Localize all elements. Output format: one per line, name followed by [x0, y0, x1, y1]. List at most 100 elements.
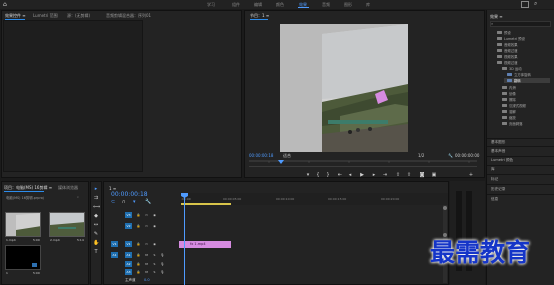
- mic-icon[interactable]: 🎙: [159, 261, 166, 267]
- go-to-in-icon[interactable]: ⇤: [336, 172, 344, 178]
- play-icon[interactable]: ▶: [358, 172, 366, 178]
- lock-icon[interactable]: 🔒: [135, 252, 142, 258]
- lock-icon[interactable]: 🔒: [135, 261, 142, 267]
- playhead-line[interactable]: [184, 195, 185, 285]
- solo-button[interactable]: S: [151, 261, 158, 267]
- sync-lock-icon[interactable]: ▭: [143, 241, 150, 247]
- track-target[interactable]: [111, 212, 118, 218]
- export-frame-icon[interactable]: ◙: [418, 172, 426, 178]
- lock-icon[interactable]: 🔒: [135, 212, 142, 218]
- section-history[interactable]: 历史记录: [491, 187, 505, 192]
- master-volume-value[interactable]: 0.0: [144, 278, 150, 282]
- track-select-tool-icon[interactable]: ⇉: [93, 195, 99, 201]
- type-tool-icon[interactable]: T: [93, 249, 99, 255]
- lock-icon[interactable]: 🔒: [135, 241, 142, 247]
- section-essential-graphics[interactable]: 基本图形: [491, 140, 505, 145]
- workspace-tab-edit[interactable]: 编辑: [254, 2, 262, 8]
- tab-media-browser[interactable]: 媒体浏览器: [58, 185, 78, 191]
- effects-tree-item[interactable]: 内滑: [509, 85, 516, 90]
- section-info[interactable]: 信息: [491, 197, 498, 202]
- effects-tree-item[interactable]: 沉浸式视频: [509, 103, 526, 108]
- selection-tool-icon[interactable]: ▸: [93, 186, 99, 192]
- snap-icon[interactable]: ⊂: [111, 199, 115, 205]
- track-label[interactable]: A3: [125, 269, 132, 275]
- source-patch-a1[interactable]: A1: [111, 252, 118, 258]
- search-icon[interactable]: ⌕: [534, 0, 537, 8]
- mute-button[interactable]: M: [143, 269, 150, 275]
- effects-tree-item[interactable]: 页面剥落: [509, 121, 523, 126]
- track-label[interactable]: A2: [125, 261, 132, 267]
- section-libraries[interactable]: 库: [491, 167, 495, 172]
- sync-lock-icon[interactable]: ▭: [143, 212, 150, 218]
- hand-tool-icon[interactable]: ✋: [93, 240, 99, 246]
- linked-selection-icon[interactable]: ∩: [122, 199, 126, 205]
- ripple-edit-tool-icon[interactable]: ⟺: [93, 204, 100, 210]
- pen-tool-icon[interactable]: ✎: [93, 231, 99, 237]
- workspace-tab-assembly[interactable]: 组件: [232, 2, 240, 8]
- track-target[interactable]: [111, 269, 118, 275]
- track-label[interactable]: V2: [125, 223, 132, 229]
- add-marker-icon[interactable]: ▾: [304, 172, 312, 178]
- effects-tree-item[interactable]: 划像: [509, 91, 516, 96]
- track-target[interactable]: [111, 223, 118, 229]
- project-item-thumbnail[interactable]: [5, 212, 41, 237]
- lock-icon[interactable]: 🔒: [135, 269, 142, 275]
- comparison-view-icon[interactable]: ▣: [430, 172, 438, 178]
- eye-icon[interactable]: ◉: [151, 212, 158, 218]
- solo-button[interactable]: S: [151, 269, 158, 275]
- workspace-tab-audio[interactable]: 音频: [322, 2, 330, 8]
- maximize-icon[interactable]: [521, 1, 529, 8]
- button-editor-icon[interactable]: +: [467, 172, 475, 178]
- project-item-thumbnail[interactable]: [49, 212, 85, 237]
- search-icon[interactable]: ⌕: [77, 195, 79, 199]
- video-preview[interactable]: [280, 24, 408, 152]
- track-label[interactable]: V3: [125, 212, 132, 218]
- eye-icon[interactable]: ◉: [151, 241, 158, 247]
- scroll-handle[interactable]: [443, 206, 447, 210]
- workspace-tab-color[interactable]: 颜色: [276, 2, 284, 8]
- track-label[interactable]: V1: [125, 241, 132, 247]
- program-scrubber[interactable]: [249, 160, 477, 165]
- mute-button[interactable]: M: [143, 261, 150, 267]
- lock-icon[interactable]: 🔒: [135, 223, 142, 229]
- effects-tree-item[interactable]: 擦除: [509, 97, 516, 102]
- tab-audio-clip-mixer[interactable]: 音频剪辑混合器：序列01: [106, 13, 151, 19]
- workspace-tab-libraries[interactable]: 库: [366, 2, 370, 8]
- effects-tree-item[interactable]: 立方体旋转: [514, 72, 531, 77]
- extract-icon[interactable]: ⇪: [405, 172, 413, 178]
- effects-tree-item[interactable]: 视频过渡: [504, 60, 518, 65]
- effects-panel-title[interactable]: 效果 ≡: [490, 14, 503, 20]
- work-area-bar[interactable]: [181, 203, 231, 205]
- tab-lumetri-scopes[interactable]: Lumetri 范围: [33, 13, 58, 19]
- workspace-tab-graphics[interactable]: 图形: [344, 2, 352, 8]
- section-lumetri-color[interactable]: Lumetri 颜色: [491, 158, 513, 163]
- effects-tree-item[interactable]: 视频效果: [504, 54, 518, 59]
- mark-out-icon[interactable]: }: [324, 172, 332, 178]
- fit-dropdown[interactable]: 适合: [283, 153, 291, 159]
- effects-tree-item[interactable]: Lumetri 预设: [504, 36, 525, 41]
- slip-tool-icon[interactable]: ↔: [93, 222, 99, 228]
- effects-tree-item[interactable]: 音频过渡: [504, 48, 518, 53]
- source-patch-v1[interactable]: V1: [111, 241, 118, 247]
- timeline-timecode[interactable]: 00:00:00:18: [111, 191, 148, 198]
- wrench-icon[interactable]: 🔧: [145, 199, 151, 205]
- sync-lock-icon[interactable]: ▭: [143, 223, 150, 229]
- effects-tree-item[interactable]: 溶解: [509, 109, 516, 114]
- effects-tree-item[interactable]: 预设: [504, 30, 511, 35]
- mute-button[interactable]: M: [143, 252, 150, 258]
- razor-tool-icon[interactable]: ◆: [93, 213, 99, 219]
- eye-icon[interactable]: ◉: [151, 223, 158, 229]
- mic-icon[interactable]: 🎙: [159, 269, 166, 275]
- solo-button[interactable]: S: [151, 252, 158, 258]
- section-markers[interactable]: 标记: [491, 177, 498, 182]
- effects-tree-item[interactable]: 3D 运动: [509, 66, 522, 71]
- program-current-time[interactable]: 00:00:00:18: [249, 153, 273, 158]
- lift-icon[interactable]: ⇧: [394, 172, 402, 178]
- home-icon[interactable]: ⌂: [3, 1, 10, 8]
- effect-controls-area[interactable]: [3, 20, 143, 172]
- add-marker-icon[interactable]: ▾: [133, 199, 136, 205]
- workspace-tab-learn[interactable]: 学习: [207, 2, 215, 8]
- mic-icon[interactable]: 🎙: [159, 252, 166, 258]
- tab-source[interactable]: 源：(无剪辑): [67, 13, 90, 19]
- effects-tree-item[interactable]: 缩放: [509, 115, 516, 120]
